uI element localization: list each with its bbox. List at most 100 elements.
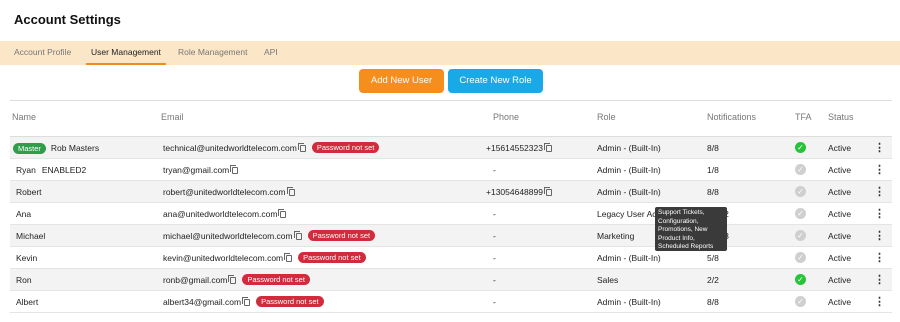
copy-icon[interactable] [293, 231, 302, 240]
name-cell: Master Rob Masters [13, 137, 99, 159]
table-row[interactable]: Ron ronb@gmail.com Password not set - Sal… [10, 269, 892, 291]
user-status: Active [828, 209, 852, 219]
email-cell: tryan@gmail.com [163, 159, 239, 181]
check-circle-icon: ✓ [795, 208, 806, 219]
more-vertical-icon[interactable]: ⋮ [874, 203, 885, 225]
notifications-tooltip: Support Tickets, Configuration, Promotio… [655, 207, 727, 251]
table-row[interactable]: Michael michael@unitedworldtelecom.com Pa… [10, 225, 892, 247]
more-vertical-icon[interactable]: ⋮ [874, 137, 885, 159]
user-status: Active [828, 253, 852, 263]
user-name: Robert [16, 187, 42, 197]
user-phone: - [493, 275, 496, 285]
column-header-status: Status [828, 112, 854, 122]
column-header-phone: Phone [493, 112, 520, 122]
user-email: ronb@gmail.com [163, 275, 228, 285]
user-phone: - [493, 165, 496, 175]
divider [10, 100, 892, 101]
column-header-name: Name [12, 112, 37, 122]
email-cell: technical@unitedworldtelecom.com Password… [163, 137, 380, 159]
table-row[interactable]: Kevin kevin@unitedworldtelecom.com Passwo… [10, 247, 892, 269]
password-not-set-badge: Password not set [298, 252, 366, 263]
table-row[interactable]: Ana ana@unitedworldtelecom.com - Legacy … [10, 203, 892, 225]
user-status: Active [828, 231, 852, 241]
tab-api[interactable]: API [264, 41, 278, 65]
copy-icon[interactable] [543, 143, 552, 152]
copy-icon[interactable] [543, 187, 552, 196]
settings-tabs: Account Profile User Management Role Man… [0, 41, 900, 65]
more-vertical-icon[interactable]: ⋮ [874, 181, 885, 203]
user-phone: +13054648899 [486, 187, 543, 197]
user-phone: - [493, 297, 496, 307]
add-new-user-button[interactable]: Add New User [359, 69, 444, 93]
user-email: tryan@gmail.com [163, 165, 230, 175]
check-circle-icon: ✓ [795, 296, 806, 307]
table-row[interactable]: Ryan ENABLED2 tryan@gmail.com - Admin - (… [10, 159, 892, 181]
column-header-email: Email [161, 112, 184, 122]
email-cell: ronb@gmail.com Password not set [163, 269, 310, 291]
tab-role-management[interactable]: Role Management [178, 41, 247, 65]
user-status: Active [828, 275, 852, 285]
user-role: Admin - (Built-In) [597, 165, 661, 175]
user-name: Ana [16, 209, 32, 219]
user-role: Sales [597, 275, 619, 285]
user-email: kevin@unitedworldtelecom.com [163, 253, 284, 263]
phone-cell: +13054648899 [486, 181, 552, 203]
user-name: Rob Masters [50, 143, 100, 153]
copy-icon[interactable] [278, 209, 287, 218]
tab-account-profile[interactable]: Account Profile [14, 41, 71, 65]
tab-user-management[interactable]: User Management [86, 41, 166, 65]
table-row[interactable]: Robert robert@unitedworldtelecom.com +13… [10, 181, 892, 203]
user-name: Michael [16, 231, 46, 241]
phone-cell: +15614552323 [486, 137, 552, 159]
more-vertical-icon[interactable]: ⋮ [874, 291, 885, 313]
column-header-role: Role [597, 112, 616, 122]
check-circle-icon: ✓ [795, 186, 806, 197]
copy-icon[interactable] [228, 275, 237, 284]
column-header-tfa: TFA [795, 112, 812, 122]
copy-icon[interactable] [286, 187, 295, 196]
user-role: Legacy User Acc [597, 209, 661, 219]
user-phone: - [493, 209, 496, 219]
check-circle-icon: ✓ [795, 230, 806, 241]
user-email: michael@unitedworldtelecom.com [163, 231, 293, 241]
user-phone: - [493, 253, 496, 263]
user-notifications: 8/8 [707, 187, 719, 197]
copy-icon[interactable] [297, 143, 306, 152]
more-vertical-icon[interactable]: ⋮ [874, 269, 885, 291]
user-email: ana@unitedworldtelecom.com [163, 209, 278, 219]
check-circle-icon: ✓ [795, 252, 806, 263]
create-new-role-button[interactable]: Create New Role [448, 69, 543, 93]
user-name: Albert [16, 297, 39, 307]
copy-icon[interactable] [230, 165, 239, 174]
user-notifications: 8/8 [707, 297, 719, 307]
email-cell: ana@unitedworldtelecom.com [163, 203, 287, 225]
email-cell: robert@unitedworldtelecom.com [163, 181, 295, 203]
name-cell: Ryan ENABLED2 [16, 159, 86, 181]
user-email: albert34@gmail.com [163, 297, 242, 307]
user-status: Active [828, 187, 852, 197]
user-role: Admin - (Built-In) [597, 143, 661, 153]
table-row[interactable]: Albert albert34@gmail.com Password not se… [10, 291, 892, 313]
user-notifications: 2/2 [707, 275, 719, 285]
user-phone: +15614552323 [486, 143, 543, 153]
password-not-set-badge: Password not set [242, 274, 310, 285]
table-row[interactable]: Master Rob Masters technical@unitedworldt… [10, 137, 892, 159]
email-cell: albert34@gmail.com Password not set [163, 291, 324, 313]
user-name: Ron [16, 275, 32, 285]
password-not-set-badge: Password not set [256, 296, 324, 307]
user-role: Marketing [597, 231, 635, 241]
more-vertical-icon[interactable]: ⋮ [874, 247, 885, 269]
column-header-notifications: Notifications [707, 112, 757, 122]
password-not-set-badge: Password not set [307, 230, 376, 241]
copy-icon[interactable] [284, 253, 293, 262]
user-status: Active [828, 165, 852, 175]
more-vertical-icon[interactable]: ⋮ [874, 225, 885, 247]
copy-icon[interactable] [242, 297, 251, 306]
user-phone: - [493, 231, 496, 241]
email-cell: michael@unitedworldtelecom.com Password n… [163, 225, 376, 247]
master-badge: Master [13, 143, 46, 154]
user-role: Admin - (Built-In) [597, 253, 661, 263]
user-notifications: 1/8 [707, 165, 719, 175]
more-vertical-icon[interactable]: ⋮ [874, 159, 885, 181]
user-status: Active [828, 297, 852, 307]
